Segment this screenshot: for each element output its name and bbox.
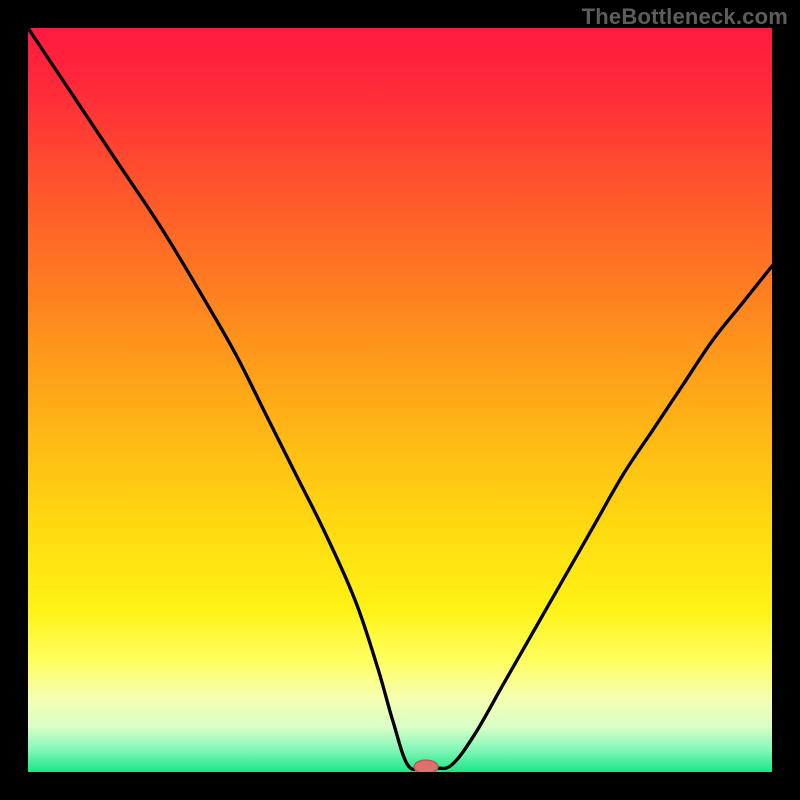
optimal-point-marker: [414, 760, 438, 772]
chart-frame: TheBottleneck.com: [0, 0, 800, 800]
bottleneck-chart-svg: [28, 28, 772, 772]
watermark-text: TheBottleneck.com: [582, 4, 788, 30]
plot-area: [28, 28, 772, 772]
gradient-rect: [28, 28, 772, 772]
